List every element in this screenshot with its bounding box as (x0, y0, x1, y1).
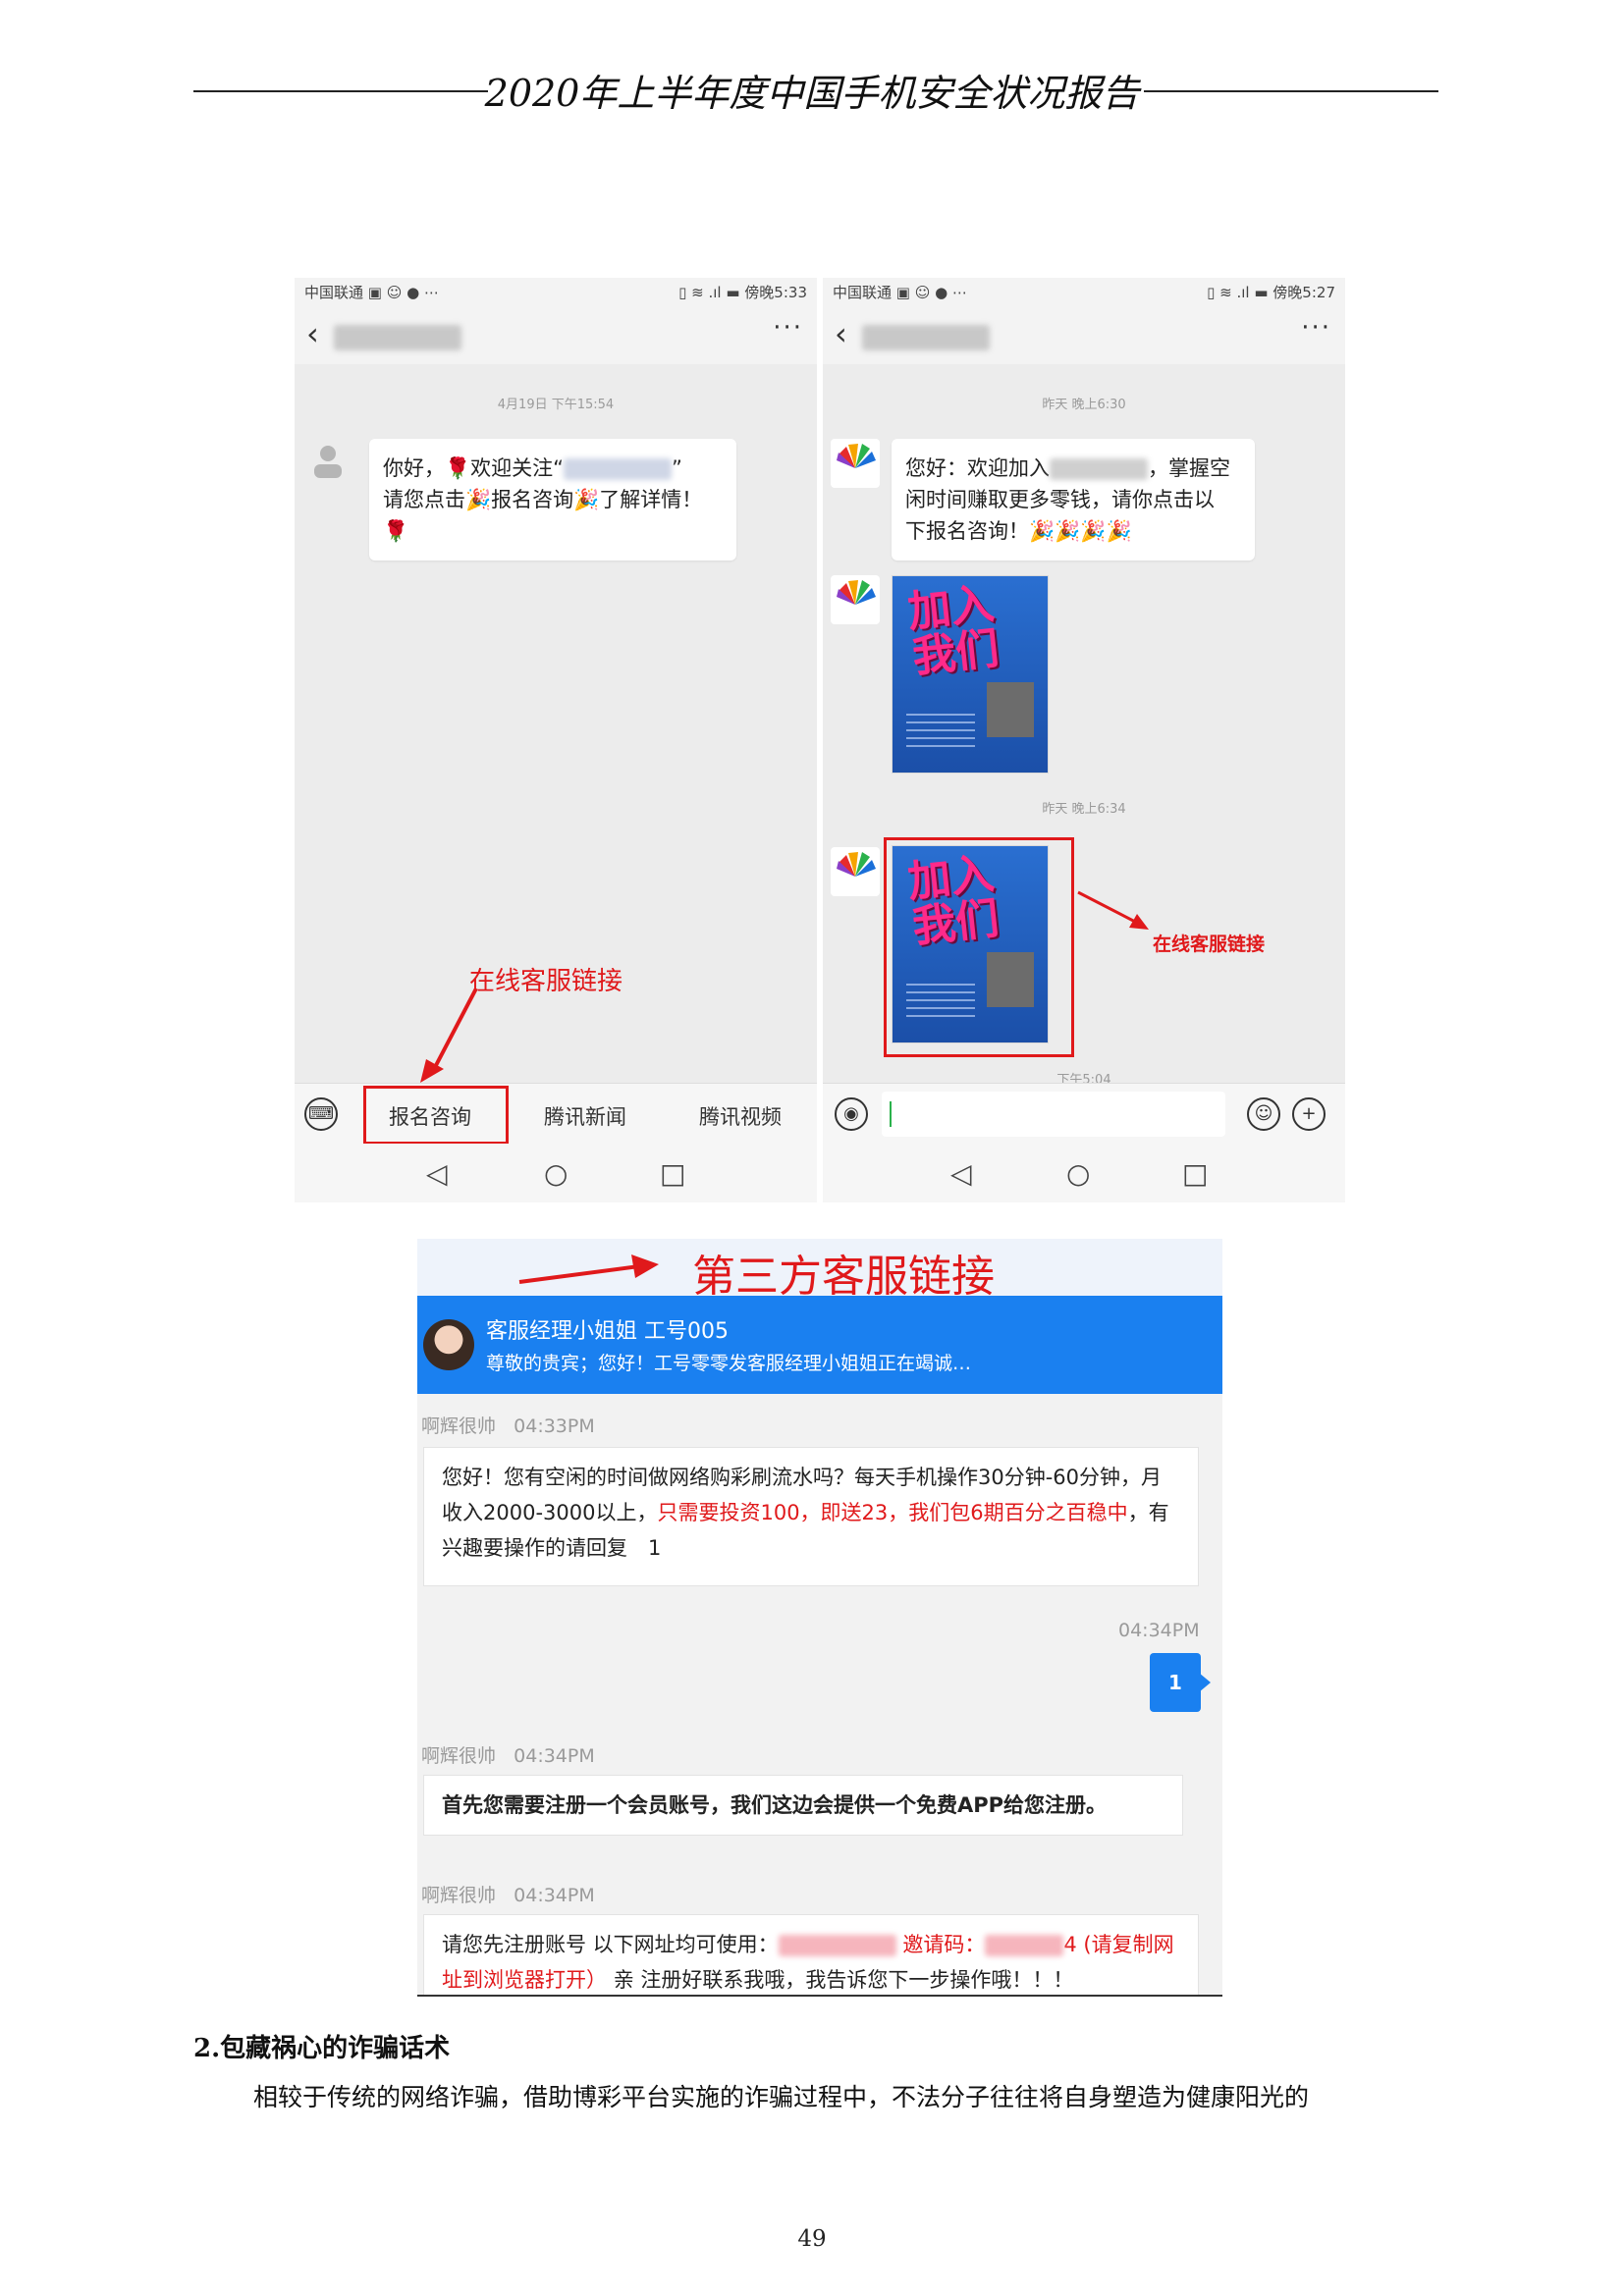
status-bar: 中国联通 ▣ ☺ ● ⋯ ▯ ≋ .ıl ▬ 傍晚5:27 (823, 278, 1345, 307)
timestamp: 昨天 晚上6:34 (1042, 802, 1126, 817)
sender-name: 啊辉很帅 (421, 1745, 497, 1767)
menu-bar: ⌨ 报名咨询 腾讯新闻 腾讯视频 (295, 1083, 817, 1145)
header-rule-left (193, 90, 488, 92)
blurred-account-name (1050, 458, 1148, 480)
keyboard-icon[interactable]: ⌨ (304, 1097, 338, 1131)
nav-recent-icon[interactable]: □ (1182, 1157, 1208, 1190)
timestamp: 昨天 晚上6:30 (1042, 398, 1126, 412)
poster-title: 加入 我们 (905, 578, 1001, 683)
nav-home-icon[interactable]: ○ (1066, 1157, 1090, 1190)
section-heading: 2.包藏祸心的诈骗话术 (193, 2034, 451, 2063)
brand-logo-avatar (831, 575, 880, 624)
message-line: 你好，🌹欢迎关注“ (383, 456, 565, 480)
menu-item-video[interactable]: 腾讯视频 (699, 1101, 782, 1131)
timestamp: 4月19日 下午15:54 (497, 398, 615, 412)
annotation-label: 在线客服链接 (469, 967, 623, 996)
fan-logo-icon (837, 444, 876, 468)
message-bubble: 你好，🌹欢迎关注“” 请您点击🎉报名咨询🎉了解详情！ 🌹 (369, 439, 736, 561)
message-line: 请您点击🎉报名咨询🎉了解详情！ (383, 488, 703, 511)
fan-logo-icon (837, 580, 876, 605)
phone-screenshot-left: 中国联通 ▣ ☺ ● ⋯ ▯ ≋ .ıl ▬ 傍晚5:33 ‹ ··· 4月19… (295, 278, 817, 1202)
nav-recent-icon[interactable]: □ (660, 1157, 685, 1190)
agent-greeting: 尊敬的贵宾；您好！工号零零发客服经理小姐姐正在竭诚… (486, 1353, 972, 1374)
fan-logo-icon (837, 852, 876, 877)
agent-header: 客服经理小姐姐 工号005 尊敬的贵宾；您好！工号零零发客服经理小姐姐正在竭诚… (417, 1296, 1222, 1394)
android-nav-bar: ◁ ○ □ (295, 1144, 817, 1202)
status-right: ▯ ≋ .ıl ▬ 傍晚5:33 (678, 284, 807, 301)
highlight-box (884, 837, 1074, 1057)
more-icon[interactable]: ··· (1301, 313, 1331, 343)
message-time: 04:34PM (514, 1885, 595, 1906)
status-right: ▯ ≋ .ıl ▬ 傍晚5:27 (1207, 284, 1335, 301)
status-left: 中国联通 ▣ ☺ ● ⋯ (304, 284, 439, 301)
sender-name: 啊辉很帅 (421, 1885, 497, 1906)
more-icon[interactable]: ··· (773, 313, 803, 343)
message-line: 闲时间赚取更多零钱，请你点击以 (905, 488, 1215, 511)
input-bar: ◉ ☺ + (823, 1083, 1345, 1145)
back-icon[interactable]: ‹ (835, 315, 847, 352)
status-bar: 中国联通 ▣ ☺ ● ⋯ ▯ ≋ .ıl ▬ 傍晚5:33 (295, 278, 817, 307)
annotation-arrow-icon (1077, 890, 1149, 930)
menu-item-signup[interactable]: 报名咨询 (389, 1101, 471, 1131)
android-nav-bar: ◁ ○ □ (823, 1144, 1345, 1202)
brand-logo-avatar (831, 847, 880, 896)
emoji-icon[interactable]: ☺ (1247, 1097, 1280, 1131)
message-meta: 啊辉很帅 04:33PM (421, 1412, 595, 1438)
message-line: 您好：欢迎加入 (905, 456, 1050, 480)
message-meta: 啊辉很帅 04:34PM (421, 1881, 595, 1907)
menu-item-news[interactable]: 腾讯新闻 (544, 1101, 626, 1131)
user-message: 1 (1150, 1653, 1201, 1712)
agent-name: 客服经理小姐姐 工号005 (486, 1319, 729, 1344)
message-line: ，掌握空 (1148, 456, 1230, 480)
message-line: 🌹 (383, 519, 409, 543)
chat-title-bar: ‹ ··· (295, 307, 817, 364)
nav-home-icon[interactable]: ○ (544, 1157, 568, 1190)
page-number: 49 (797, 2226, 827, 2252)
back-icon[interactable]: ‹ (306, 315, 319, 352)
plus-icon[interactable]: + (1292, 1097, 1326, 1131)
annotation-banner: 第三方客服链接 (417, 1239, 1222, 1302)
message-time: 04:34PM (1118, 1620, 1200, 1641)
annotation-title: 第三方客服链接 (692, 1252, 995, 1302)
blurred-contact-name (862, 325, 990, 350)
phone-screenshot-right: 中国联通 ▣ ☺ ● ⋯ ▯ ≋ .ıl ▬ 傍晚5:27 ‹ ··· 昨天 晚… (823, 278, 1345, 1202)
blurred-url (778, 1935, 896, 1956)
annotation-arrow-icon (518, 1255, 659, 1284)
header-rule-right (1144, 90, 1438, 92)
agent-message: 您好！您有空闲的时间做网络购彩刷流水吗？每天手机操作30分钟-60分钟，月收入2… (423, 1447, 1199, 1586)
brand-logo-avatar (831, 439, 880, 488)
message-line: 下报名咨询！🎉🎉🎉🎉 (905, 519, 1132, 543)
annotation-label: 在线客服链接 (1153, 934, 1266, 955)
agent-message: 首先您需要注册一个会员账号，我们这边会提供一个免费APP给您注册。 (423, 1775, 1183, 1836)
message-time: 04:34PM (514, 1745, 595, 1767)
message-meta: 啊辉很帅 04:34PM (421, 1741, 595, 1768)
recruit-poster-image[interactable]: 加入 我们 (892, 575, 1049, 774)
message-time: 04:33PM (514, 1415, 595, 1437)
status-left: 中国联通 ▣ ☺ ● ⋯ (833, 284, 967, 301)
blurred-account-name (564, 458, 673, 480)
agent-message: 请您先注册账号 以下网址均可使用： 邀请码： 4 (请复制网址到浏览器打开） 亲 … (423, 1914, 1199, 1995)
qr-code-icon (987, 682, 1034, 737)
third-party-chat-screenshot: 第三方客服链接 客服经理小姐姐 工号005 尊敬的贵宾；您好！工号零零发客服经理… (417, 1239, 1222, 1997)
agent-avatar (423, 1319, 474, 1370)
blurred-invite-code (985, 1935, 1064, 1956)
page-header-title: 2020年上半年度中国手机安全状况报告 (484, 72, 1140, 115)
person-icon (314, 446, 342, 478)
voice-icon[interactable]: ◉ (835, 1097, 868, 1131)
body-paragraph: 相较于传统的网络诈骗，借助博彩平台实施的诈骗过程中，不法分子往往将自身塑造为健康… (253, 2083, 1310, 2111)
blurred-contact-name (334, 325, 461, 350)
nav-back-icon[interactable]: ◁ (426, 1157, 448, 1190)
avatar (308, 441, 348, 480)
sender-name: 啊辉很帅 (421, 1415, 497, 1437)
nav-back-icon[interactable]: ◁ (950, 1157, 972, 1190)
chat-title-bar: ‹ ··· (823, 307, 1345, 364)
message-input[interactable] (882, 1092, 1225, 1137)
annotation-arrow-icon (420, 988, 478, 1083)
message-bubble: 您好：欢迎加入 ，掌握空 闲时间赚取更多零钱，请你点击以 下报名咨询！🎉🎉🎉🎉 (892, 439, 1255, 561)
